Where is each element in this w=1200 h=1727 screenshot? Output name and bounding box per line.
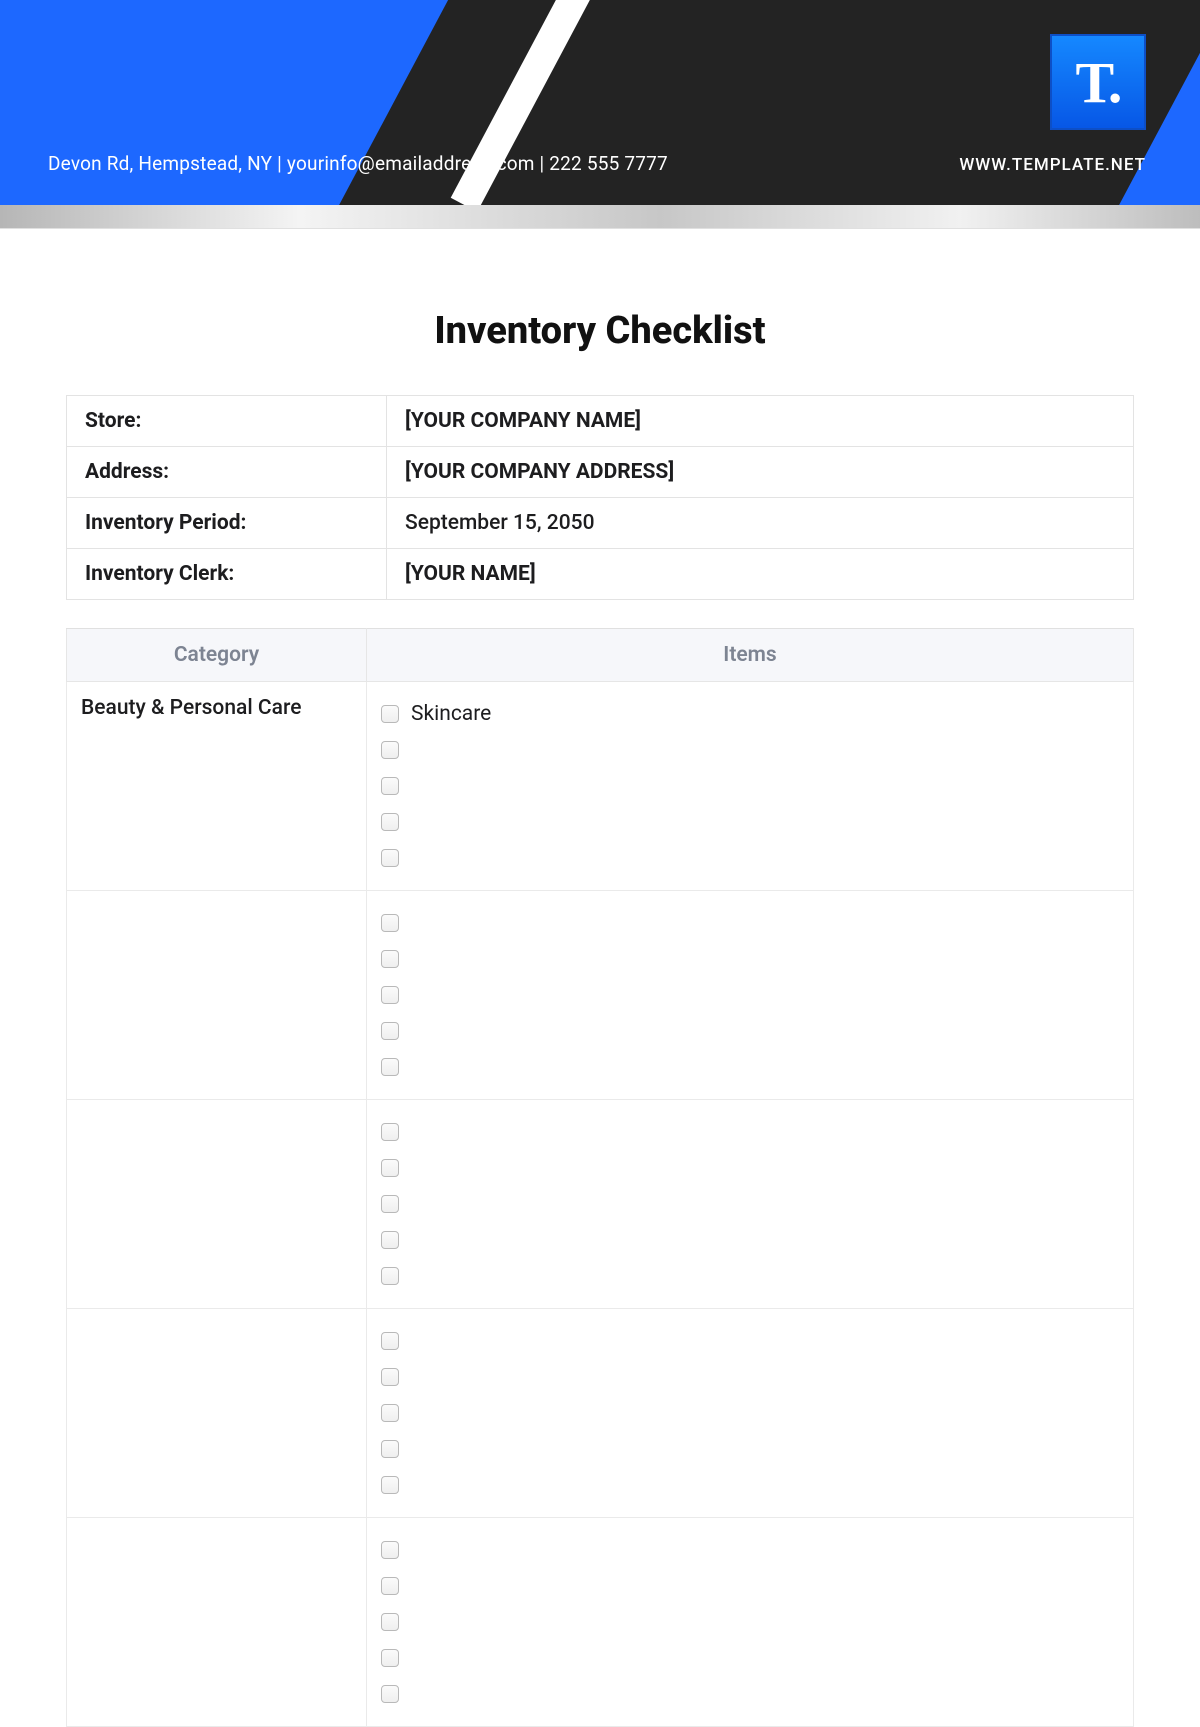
table-row (67, 1309, 1134, 1518)
checklist-item (381, 1186, 1119, 1222)
item-checkbox[interactable] (381, 1649, 399, 1667)
checklist-item (381, 1150, 1119, 1186)
column-header-items: Items (367, 629, 1134, 682)
item-checkbox[interactable] (381, 1404, 399, 1422)
metallic-divider (0, 205, 1200, 229)
checklist-item: Skincare (381, 696, 1119, 732)
checklist-item (381, 1013, 1119, 1049)
clerk-label: Inventory Clerk: (67, 549, 387, 600)
checklist-item (381, 840, 1119, 876)
item-checkbox[interactable] (381, 1685, 399, 1703)
checklist-item (381, 1676, 1119, 1712)
item-checkbox[interactable] (381, 849, 399, 867)
item-checkbox[interactable] (381, 1022, 399, 1040)
info-row-period: Inventory Period: September 15, 2050 (67, 498, 1134, 549)
checklist-item (381, 1532, 1119, 1568)
items-cell (367, 1100, 1134, 1309)
header-banner: Devon Rd, Hempstead, NY | yourinfo@email… (0, 0, 1200, 205)
checklist-item (381, 1604, 1119, 1640)
category-cell (67, 1518, 367, 1727)
category-cell (67, 1100, 367, 1309)
info-row-clerk: Inventory Clerk: [YOUR NAME] (67, 549, 1134, 600)
checklist-item (381, 1114, 1119, 1150)
checklist-item (381, 905, 1119, 941)
item-checkbox[interactable] (381, 1195, 399, 1213)
item-checkbox[interactable] (381, 1231, 399, 1249)
checklist-item (381, 1431, 1119, 1467)
checklist-item (381, 768, 1119, 804)
item-checkbox[interactable] (381, 1541, 399, 1559)
logo-letter: T. (1076, 49, 1121, 116)
column-header-category: Category (67, 629, 367, 682)
items-cell (367, 891, 1134, 1100)
item-checkbox[interactable] (381, 950, 399, 968)
table-row (67, 1518, 1134, 1727)
checklist-table: Category Items Beauty & Personal Care Ski… (66, 628, 1134, 1727)
website-url: WWW.TEMPLATE.NET (959, 155, 1146, 175)
item-checkbox[interactable] (381, 813, 399, 831)
items-cell (367, 1518, 1134, 1727)
address-value: [YOUR COMPANY ADDRESS] (387, 447, 1134, 498)
contact-info: Devon Rd, Hempstead, NY | yourinfo@email… (48, 152, 668, 175)
item-checkbox[interactable] (381, 914, 399, 932)
item-checkbox[interactable] (381, 1159, 399, 1177)
checklist-item (381, 1258, 1119, 1294)
item-checkbox[interactable] (381, 1476, 399, 1494)
item-checkbox[interactable] (381, 1058, 399, 1076)
checklist-item (381, 1640, 1119, 1676)
page-title: Inventory Checklist (66, 309, 1134, 353)
checklist-item (381, 804, 1119, 840)
category-cell: Beauty & Personal Care (67, 682, 367, 891)
item-label: Skincare (411, 702, 491, 726)
item-checkbox[interactable] (381, 1368, 399, 1386)
item-checkbox[interactable] (381, 777, 399, 795)
address-label: Address: (67, 447, 387, 498)
checklist-item (381, 977, 1119, 1013)
table-row (67, 891, 1134, 1100)
period-value: September 15, 2050 (387, 498, 1134, 549)
category-cell (67, 1309, 367, 1518)
info-row-address: Address: [YOUR COMPANY ADDRESS] (67, 447, 1134, 498)
document-body: Inventory Checklist Store: [YOUR COMPANY… (0, 229, 1200, 1727)
checklist-item (381, 732, 1119, 768)
table-row (67, 1100, 1134, 1309)
checklist-item (381, 1395, 1119, 1431)
checklist-item (381, 1049, 1119, 1085)
item-checkbox[interactable] (381, 1577, 399, 1595)
item-checkbox[interactable] (381, 741, 399, 759)
table-row: Beauty & Personal Care Skincare (67, 682, 1134, 891)
item-checkbox[interactable] (381, 986, 399, 1004)
checklist-item (381, 1222, 1119, 1258)
clerk-value: [YOUR NAME] (387, 549, 1134, 600)
item-checkbox[interactable] (381, 1613, 399, 1631)
info-table: Store: [YOUR COMPANY NAME] Address: [YOU… (66, 395, 1134, 600)
logo-icon: T. (1050, 34, 1146, 130)
category-cell (67, 891, 367, 1100)
checklist-item (381, 1323, 1119, 1359)
store-value: [YOUR COMPANY NAME] (387, 396, 1134, 447)
info-row-store: Store: [YOUR COMPANY NAME] (67, 396, 1134, 447)
item-checkbox[interactable] (381, 705, 399, 723)
store-label: Store: (67, 396, 387, 447)
checklist-item (381, 1359, 1119, 1395)
items-cell (367, 1309, 1134, 1518)
items-cell: Skincare (367, 682, 1134, 891)
checklist-item (381, 1467, 1119, 1503)
checklist-item (381, 1568, 1119, 1604)
item-checkbox[interactable] (381, 1267, 399, 1285)
period-label: Inventory Period: (67, 498, 387, 549)
item-checkbox[interactable] (381, 1123, 399, 1141)
item-checkbox[interactable] (381, 1440, 399, 1458)
item-checkbox[interactable] (381, 1332, 399, 1350)
checklist-item (381, 941, 1119, 977)
